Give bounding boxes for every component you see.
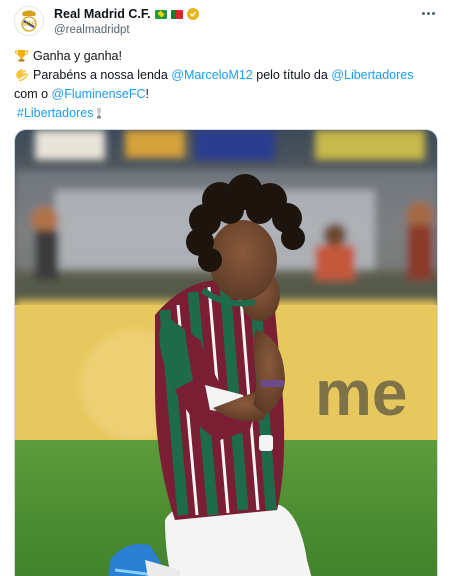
clapping-hands-icon — [16, 69, 29, 81]
tweet-header: Real Madrid C.F. @realmadridpt — [54, 6, 410, 36]
mention-libertadores-link[interactable]: @Libertadores — [331, 68, 413, 82]
photo-illustration: me — [15, 130, 437, 576]
tweet-line-1: Ganha y ganha! — [14, 47, 439, 66]
avatar[interactable]: MCF — [14, 6, 44, 36]
trophy-icon — [14, 50, 29, 62]
tweet-line-3: com o @FluminenseFC! — [14, 85, 439, 104]
hashtag-libertadores-link[interactable]: #Libertadores — [17, 106, 93, 120]
small-trophy-icon — [97, 108, 102, 119]
tweet-line-3-suffix: ! — [145, 87, 149, 101]
tweet-photo[interactable]: me — [14, 129, 438, 576]
banner-text: me — [315, 357, 408, 429]
more-options-icon[interactable] — [418, 6, 438, 20]
tweet-line-2: Parabéns a nossa lenda @MarceloM12 pelo … — [14, 66, 439, 85]
tweet-text: Ganha y ganha! Parabéns a nossa lenda @M… — [14, 47, 439, 123]
tweet-line-2-middle: pelo título da — [252, 68, 332, 82]
tweet-line-3-prefix: com o — [14, 87, 52, 101]
tweet-line-4: #Libertadores — [14, 104, 439, 123]
real-madrid-crest-icon: MCF — [21, 10, 37, 32]
mention-marcelo-link[interactable]: @MarceloM12 — [171, 68, 252, 82]
account-handle[interactable]: @realmadridpt — [54, 24, 410, 36]
tweet-card: MCF Real Madrid C.F. @realmadridpt Ganha… — [0, 0, 450, 576]
brazil-flag-icon — [154, 9, 167, 19]
mention-fluminense-link[interactable]: @FluminenseFC — [52, 87, 146, 101]
display-name[interactable]: Real Madrid C.F. — [54, 7, 151, 21]
tweet-line-1-text: Ganha y ganha! — [33, 49, 122, 63]
svg-text:MCF: MCF — [23, 22, 36, 28]
tweet-line-2-prefix: Parabéns a nossa lenda — [33, 68, 172, 82]
gold-verified-badge-icon — [186, 8, 199, 20]
portugal-flag-icon — [170, 9, 183, 19]
